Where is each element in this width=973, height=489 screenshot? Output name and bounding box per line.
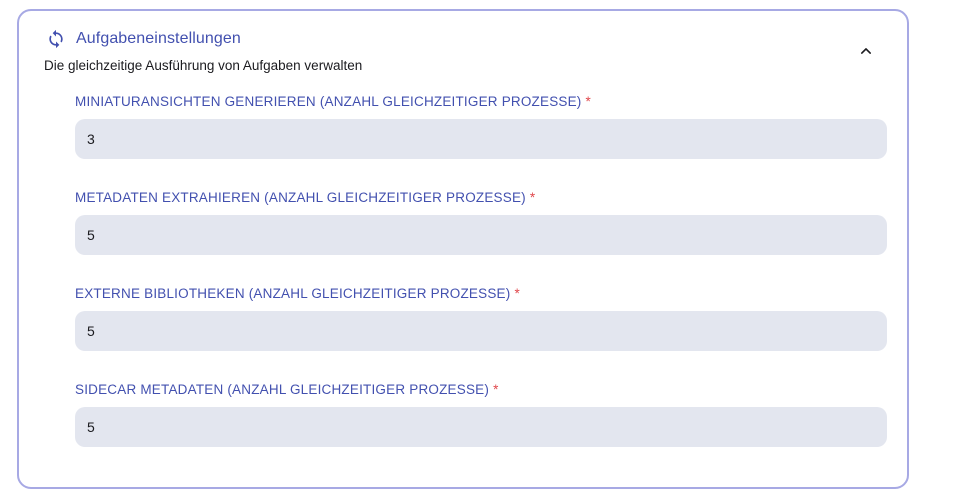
field-external-libraries: EXTERNE BIBLIOTHEKEN (ANZAHL GLEICHZEITI… (75, 285, 887, 351)
external-libraries-input[interactable] (75, 311, 887, 351)
field-label-text: MINIATURANSICHTEN GENERIEREN (ANZAHL GLE… (75, 94, 582, 109)
chevron-up-icon (861, 48, 871, 54)
sync-icon (46, 29, 66, 49)
job-settings-card: Aufgabeneinstellungen Die gleichzeitige … (17, 9, 909, 489)
field-label: MINIATURANSICHTEN GENERIEREN (ANZAHL GLE… (75, 93, 887, 111)
collapse-button[interactable] (852, 37, 880, 65)
sidecar-metadata-input[interactable] (75, 407, 887, 447)
required-marker: * (493, 382, 499, 397)
field-thumbnail-generation: MINIATURANSICHTEN GENERIEREN (ANZAHL GLE… (75, 93, 887, 159)
required-marker: * (514, 286, 520, 301)
field-label: METADATEN EXTRAHIEREN (ANZAHL GLEICHZEIT… (75, 189, 887, 207)
section-header[interactable]: Aufgabeneinstellungen Die gleichzeitige … (19, 11, 907, 91)
field-sidecar-metadata: SIDECAR METADATEN (ANZAHL GLEICHZEITIGER… (75, 381, 887, 447)
thumbnail-generation-input[interactable] (75, 119, 887, 159)
field-label: SIDECAR METADATEN (ANZAHL GLEICHZEITIGER… (75, 381, 887, 399)
field-label: EXTERNE BIBLIOTHEKEN (ANZAHL GLEICHZEITI… (75, 285, 887, 303)
field-label-text: EXTERNE BIBLIOTHEKEN (ANZAHL GLEICHZEITI… (75, 286, 511, 301)
field-metadata-extraction: METADATEN EXTRAHIEREN (ANZAHL GLEICHZEIT… (75, 189, 887, 255)
field-label-text: METADATEN EXTRAHIEREN (ANZAHL GLEICHZEIT… (75, 190, 526, 205)
section-subtitle: Die gleichzeitige Ausführung von Aufgabe… (44, 58, 363, 73)
field-label-text: SIDECAR METADATEN (ANZAHL GLEICHZEITIGER… (75, 382, 490, 397)
required-marker: * (529, 190, 536, 205)
required-marker: * (585, 94, 591, 109)
section-title: Aufgabeneinstellungen (76, 30, 241, 47)
metadata-extraction-input[interactable] (75, 215, 887, 255)
